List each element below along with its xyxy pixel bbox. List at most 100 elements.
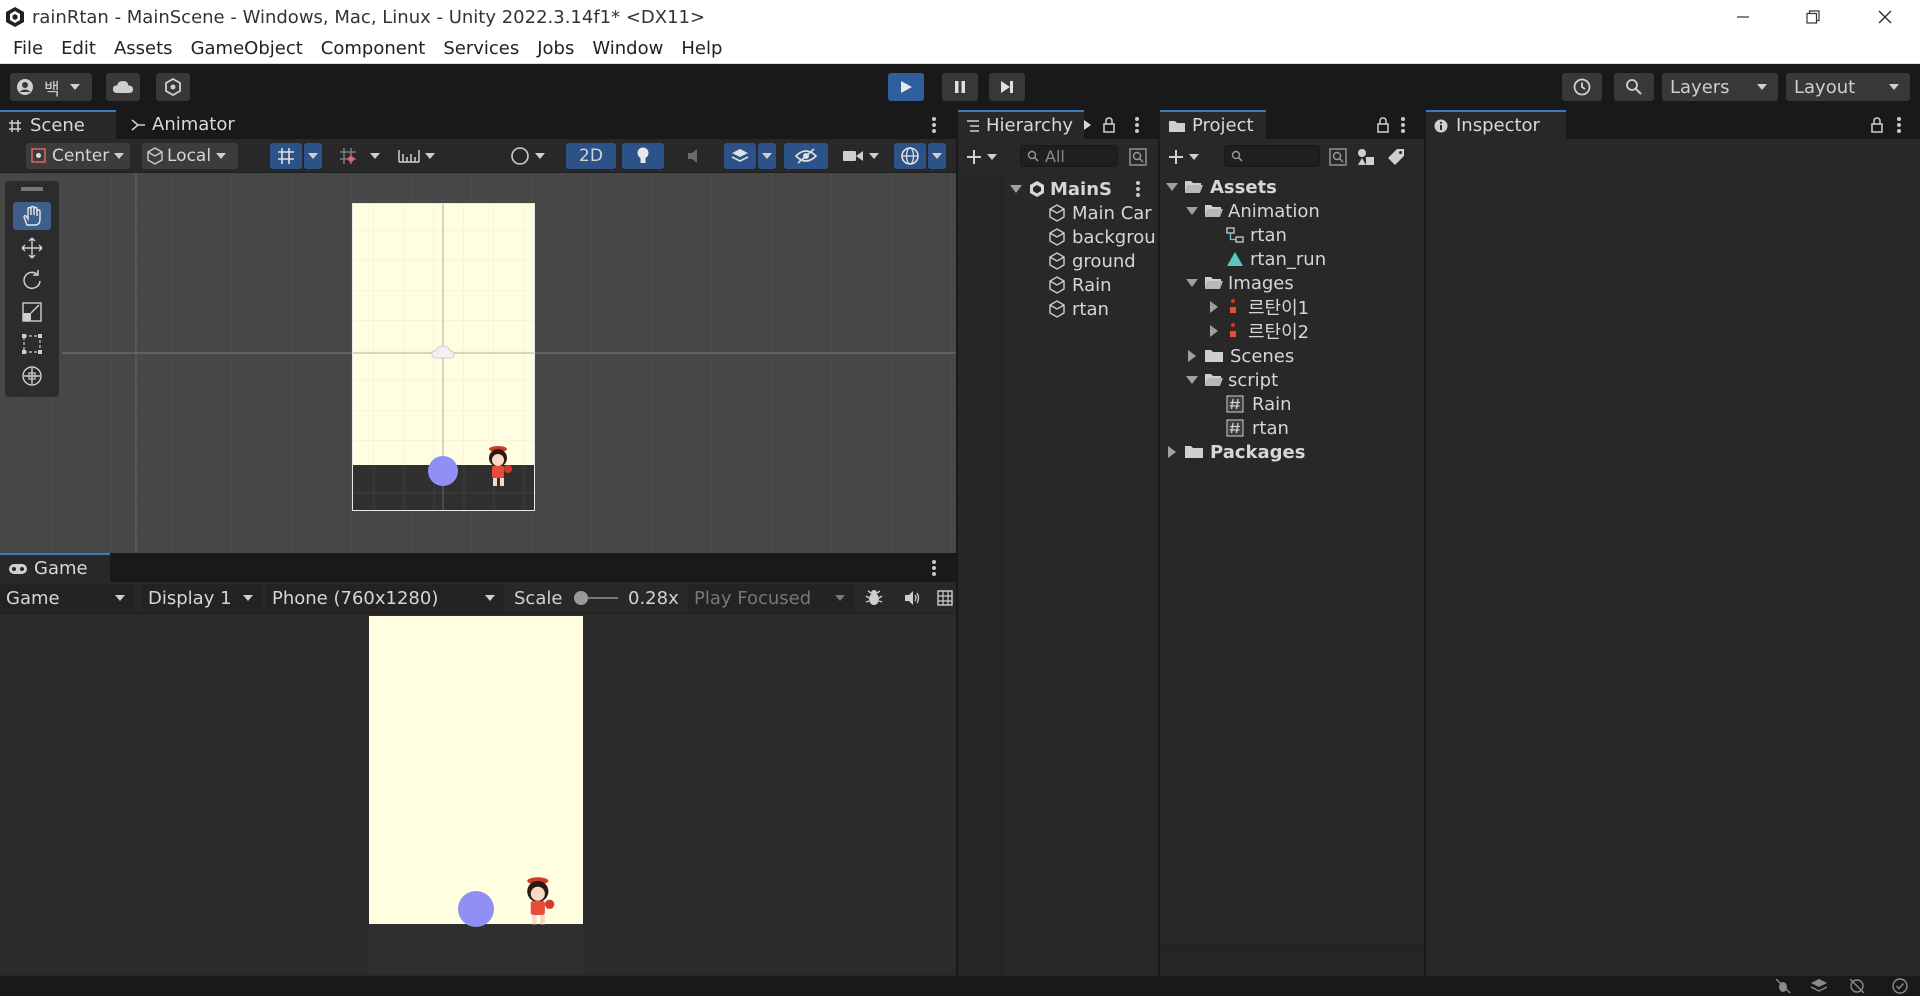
play-mode-select[interactable]: Play Focused xyxy=(688,584,854,612)
filter-by-type-icon[interactable] xyxy=(1356,147,1376,167)
project-asset-script[interactable]: rtan xyxy=(1226,416,1289,440)
inspector-more-icon[interactable] xyxy=(1896,116,1902,133)
hand-tool-button[interactable] xyxy=(13,202,51,230)
project-add-button[interactable] xyxy=(1168,145,1208,169)
gizmos-dropdown[interactable] xyxy=(928,143,946,169)
gizmos-toggle[interactable] xyxy=(894,143,926,169)
tab-game[interactable]: Game xyxy=(0,553,110,582)
scene-rtan-sprite[interactable] xyxy=(482,445,516,489)
menu-jobs[interactable]: Jobs xyxy=(528,34,583,64)
menu-file[interactable]: File xyxy=(4,34,52,64)
project-asset-animator-controller[interactable]: rtan xyxy=(1226,223,1287,247)
project-folder-scenes[interactable]: Scenes xyxy=(1188,344,1294,368)
rect-tool-button[interactable] xyxy=(13,330,51,358)
hierarchy-item[interactable]: backgrou xyxy=(1048,225,1158,249)
play-button[interactable] xyxy=(888,73,924,101)
stats-button[interactable] xyxy=(860,584,888,612)
game-view-select[interactable]: Game xyxy=(0,584,134,612)
hierarchy-item[interactable]: rtan xyxy=(1048,297,1109,321)
expand-right-icon[interactable] xyxy=(1168,446,1176,458)
search-by-type-icon[interactable] xyxy=(1328,147,1348,167)
menu-services[interactable]: Services xyxy=(434,34,528,64)
layers-dropdown[interactable]: Layers xyxy=(1662,73,1778,101)
effects-toggle[interactable] xyxy=(724,143,756,169)
search-by-type-icon[interactable] xyxy=(1128,147,1148,167)
project-asset-script[interactable]: Rain xyxy=(1226,392,1292,416)
pause-button[interactable] xyxy=(942,73,978,101)
tab-inspector[interactable]: Inspector xyxy=(1426,110,1566,139)
rotate-tool-button[interactable] xyxy=(13,266,51,294)
hierarchy-item[interactable]: Rain xyxy=(1048,273,1112,297)
tab-scene[interactable]: Scene xyxy=(0,110,116,139)
hierarchy-item[interactable]: ground xyxy=(1048,249,1136,273)
check-circle-icon[interactable] xyxy=(1892,978,1908,994)
palette-drag-handle[interactable] xyxy=(21,187,43,191)
move-tool-button[interactable] xyxy=(13,234,51,262)
tag-icon[interactable] xyxy=(1386,147,1406,167)
project-asset-sprite[interactable]: 르탄이2 xyxy=(1210,319,1309,343)
collab-button[interactable] xyxy=(156,73,190,101)
expand-down-icon[interactable] xyxy=(1166,183,1178,191)
hierarchy-more-icon[interactable] xyxy=(1134,116,1140,133)
camera-dropdown[interactable] xyxy=(838,143,888,169)
scene-visibility-toggle[interactable] xyxy=(784,143,828,169)
increment-snap-dropdown[interactable] xyxy=(366,143,384,169)
scale-tool-button[interactable] xyxy=(13,298,51,326)
restore-button[interactable] xyxy=(1778,0,1848,34)
tab-hierarchy[interactable]: Hierarchy xyxy=(958,110,1084,139)
project-folder-animation[interactable]: Animation xyxy=(1186,199,1320,223)
increment-snap-toggle[interactable] xyxy=(332,143,364,169)
ruler-dropdown[interactable] xyxy=(394,143,444,169)
game-viewport[interactable] xyxy=(0,614,956,974)
lock-icon[interactable] xyxy=(1376,117,1390,133)
expand-down-icon[interactable] xyxy=(1010,185,1022,193)
space-local-dropdown[interactable]: Local xyxy=(142,143,238,169)
game-more-icon[interactable] xyxy=(931,559,937,576)
pivot-center-dropdown[interactable]: Center xyxy=(26,143,130,169)
hierarchy-add-button[interactable] xyxy=(966,145,1006,169)
menu-edit[interactable]: Edit xyxy=(52,34,105,64)
audio-toggle[interactable] xyxy=(674,143,716,169)
cloud-button[interactable] xyxy=(106,73,140,101)
menu-assets[interactable]: Assets xyxy=(105,34,182,64)
expand-down-icon[interactable] xyxy=(1186,207,1198,215)
tab-animator[interactable]: Animator xyxy=(122,110,262,139)
expand-down-icon[interactable] xyxy=(1186,376,1198,384)
step-button[interactable] xyxy=(989,73,1025,101)
project-asset-animation-clip[interactable]: rtan_run xyxy=(1226,247,1326,271)
scene-row-more-icon[interactable] xyxy=(1135,180,1141,197)
gizmos-button[interactable] xyxy=(934,584,956,612)
scale-slider-handle[interactable] xyxy=(574,591,588,605)
close-window-button[interactable] xyxy=(1850,0,1920,34)
project-folder-images[interactable]: Images xyxy=(1186,271,1294,295)
resolution-select[interactable]: Phone (760x1280) xyxy=(266,584,504,612)
lock-icon[interactable] xyxy=(1870,117,1884,133)
menu-gameobject[interactable]: GameObject xyxy=(182,34,312,64)
camera-gizmo-icon[interactable] xyxy=(430,344,456,362)
expand-right-icon[interactable] xyxy=(1210,301,1218,313)
layers-status-icon[interactable] xyxy=(1810,978,1828,994)
hierarchy-search-input[interactable]: All xyxy=(1020,145,1118,167)
hierarchy-scene-row[interactable]: MainSc xyxy=(1010,177,1112,201)
effects-dropdown[interactable] xyxy=(758,143,776,169)
lock-icon[interactable] xyxy=(1102,117,1116,133)
network-disabled-icon[interactable] xyxy=(1848,978,1866,994)
hierarchy-item[interactable]: Main Car xyxy=(1048,201,1158,225)
transform-tool-button[interactable] xyxy=(13,362,51,390)
expand-right-icon[interactable] xyxy=(1210,325,1218,337)
scene-rain-drop[interactable] xyxy=(428,456,458,486)
mute-audio-button[interactable] xyxy=(898,584,926,612)
account-dropdown[interactable]: 백 xyxy=(10,73,92,101)
lighting-toggle[interactable] xyxy=(622,143,664,169)
display-select[interactable]: Display 1 xyxy=(142,584,262,612)
menu-window[interactable]: Window xyxy=(583,34,672,64)
expand-down-icon[interactable] xyxy=(1186,279,1198,287)
scene-more-icon[interactable] xyxy=(931,116,937,133)
menu-component[interactable]: Component xyxy=(312,34,435,64)
project-folder-assets[interactable]: Assets xyxy=(1166,175,1277,199)
bug-disabled-icon[interactable] xyxy=(1774,978,1792,994)
search-button[interactable] xyxy=(1614,73,1654,101)
project-folder-script[interactable]: script xyxy=(1186,368,1278,392)
project-search-input[interactable] xyxy=(1224,145,1320,167)
grid-snap-dropdown[interactable] xyxy=(304,143,322,169)
